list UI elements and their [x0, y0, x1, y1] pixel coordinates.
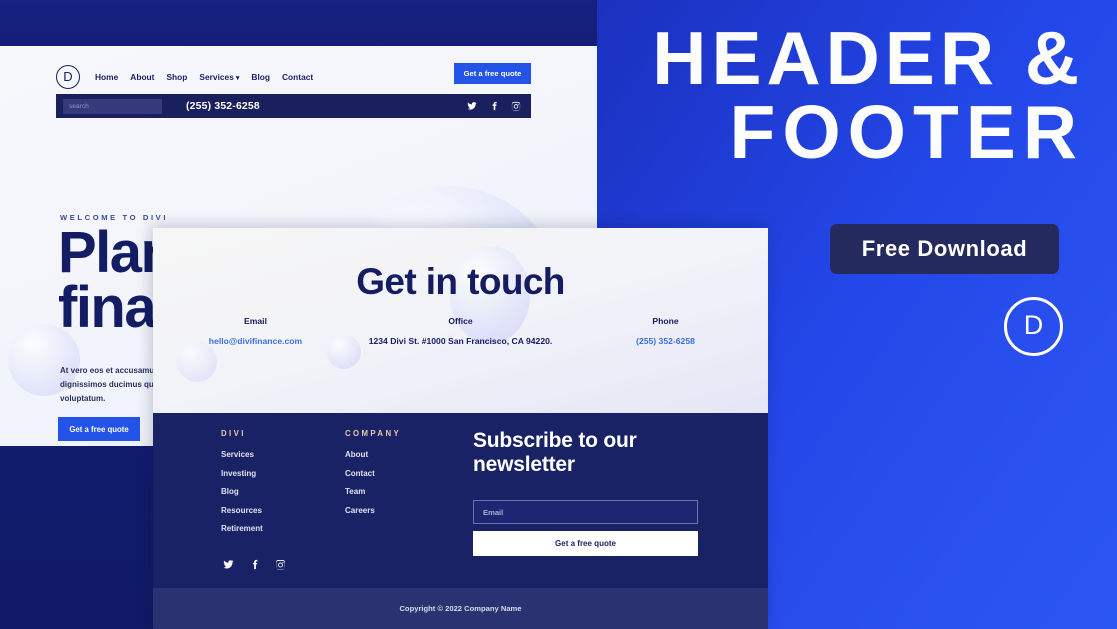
facebook-icon[interactable]: [249, 559, 260, 570]
contact-column-email: Email hello@divifinance.com: [153, 316, 358, 348]
nav-item-services[interactable]: Services ▾: [199, 72, 239, 82]
search-input[interactable]: search: [63, 98, 162, 114]
hero-quote-button[interactable]: Get a free quote: [58, 417, 140, 441]
promo-title: HEADER & FOOTER: [632, 16, 1084, 174]
promo-title-line1: HEADER &: [652, 16, 1084, 100]
header-quote-button[interactable]: Get a free quote: [454, 63, 531, 84]
nav-item-blog[interactable]: Blog: [251, 72, 270, 82]
nav-item-shop[interactable]: Shop: [166, 72, 187, 82]
instagram-icon[interactable]: [275, 559, 286, 570]
contact-column-office: Office 1234 Divi St. #1000 San Francisco…: [358, 316, 563, 348]
instagram-icon[interactable]: [511, 101, 521, 111]
nav-item-home[interactable]: Home: [95, 72, 118, 82]
divi-logo-icon: D: [1004, 297, 1063, 356]
footer-link-careers[interactable]: Careers: [345, 506, 401, 515]
nav-item-contact[interactable]: Contact: [282, 72, 313, 82]
promo-title-line2: FOOTER: [729, 89, 1084, 174]
footer-link-blog[interactable]: Blog: [221, 487, 263, 496]
copyright-text: Copyright © 2022 Company Name: [399, 604, 522, 613]
footer-column-company: COMPANY About Contact Team Careers: [345, 429, 401, 524]
nav-links: Home About Shop Services ▾ Blog Contact: [95, 72, 313, 82]
footer-company-heading: COMPANY: [345, 429, 402, 438]
header-quote-button-label: Get a free quote: [463, 69, 522, 78]
promo-graphic: D Home About Shop Services ▾ Blog Contact…: [0, 0, 1117, 629]
search-input-placeholder: search: [69, 102, 89, 110]
divi-logo-letter: D: [1023, 310, 1044, 340]
background-top-strip: [0, 0, 597, 46]
footer-link-contact[interactable]: Contact: [345, 469, 401, 478]
footer-link-services[interactable]: Services: [221, 450, 263, 459]
footer-link-retirement[interactable]: Retirement: [221, 524, 263, 533]
subscribe-email-placeholder: Email: [483, 507, 504, 517]
divi-logo-icon[interactable]: D: [56, 65, 80, 89]
utility-phone-number: (255) 352-6258: [186, 100, 260, 112]
contact-office-heading: Office: [448, 316, 473, 326]
footer-social-links: [223, 559, 286, 570]
footer-link-resources[interactable]: Resources: [221, 506, 263, 515]
site-utility-bar: search (255) 352-6258: [56, 94, 531, 118]
hero-quote-button-label: Get a free quote: [69, 424, 129, 434]
nav-item-services-label: Services: [199, 72, 234, 82]
subscribe-submit-label: Get a free quote: [555, 539, 616, 549]
divi-logo-letter: D: [63, 69, 73, 84]
chevron-down-icon: ▾: [235, 75, 240, 82]
contact-office-value: 1234 Divi St. #1000 San Francisco, CA 94…: [368, 336, 553, 346]
free-download-button[interactable]: Free Download: [830, 224, 1059, 274]
nav-item-about[interactable]: About: [130, 72, 154, 82]
facebook-icon[interactable]: [489, 101, 499, 111]
site-header-nav: D Home About Shop Services ▾ Blog Contact…: [56, 60, 531, 94]
footer-divi-heading: DIVI: [221, 429, 246, 438]
free-download-label: Free Download: [861, 236, 1028, 261]
twitter-icon[interactable]: [223, 559, 234, 570]
footer-link-about[interactable]: About: [345, 450, 401, 459]
footer-link-team[interactable]: Team: [345, 487, 401, 496]
background-bottom-left-block: [0, 418, 154, 629]
footer-link-investing[interactable]: Investing: [221, 469, 263, 478]
twitter-icon[interactable]: [467, 101, 477, 111]
footer-column-divi: DIVI Services Investing Blog Resources R…: [221, 429, 263, 543]
utility-social-links: [467, 101, 521, 111]
contact-email-heading: Email: [244, 316, 267, 326]
promo-panel: HEADER & FOOTER Free Download D: [632, 0, 1117, 629]
contact-email-value[interactable]: hello@divifinance.com: [153, 335, 358, 348]
